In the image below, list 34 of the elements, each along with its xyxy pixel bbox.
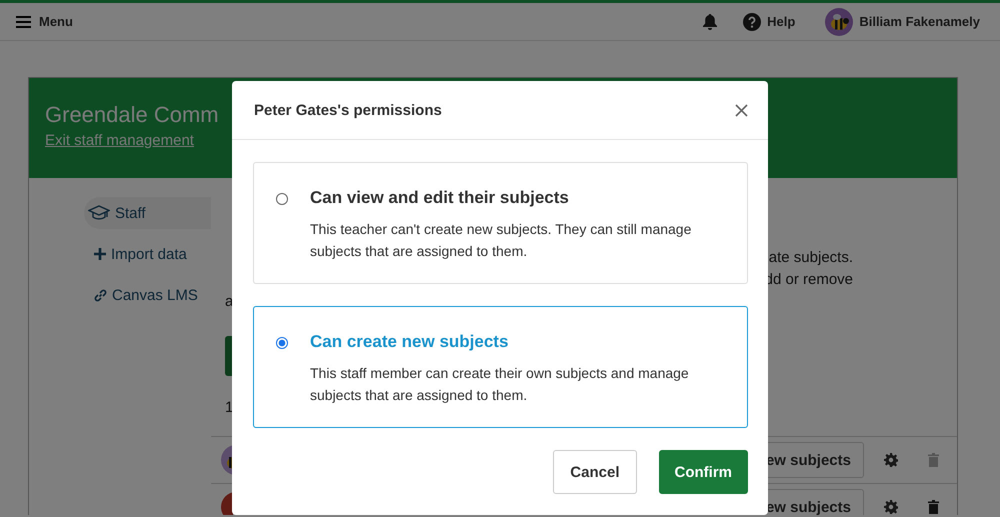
cancel-button[interactable]: Cancel (553, 450, 636, 494)
option-description: This staff member can create their own subjects and manage subjects that are assigned to them. (310, 364, 690, 405)
sidebar-item[interactable]: Canvas LMS (84, 279, 211, 311)
radio-button[interactable] (276, 193, 288, 205)
help-icon (743, 12, 762, 30)
sidebar-item[interactable]: Staff (84, 197, 211, 229)
option-description: This teacher can't create new subjects. They can still manage subjects that are assigned to them. (310, 220, 692, 261)
page-title: Greendale Comm (45, 101, 219, 129)
radio-button[interactable] (276, 337, 288, 349)
close-button[interactable] (735, 104, 748, 116)
cap-icon (88, 205, 110, 221)
permission-option[interactable]: Can create new subjects This staff member can create their own subjects and manage subjects that are assigned to them. (253, 306, 748, 428)
plus-icon (94, 248, 106, 260)
menu-icon (16, 16, 31, 28)
user-menu[interactable]: Billiam Fakenamely (825, 8, 980, 36)
option-title: Can create new subjects (310, 331, 510, 353)
confirm-button[interactable]: Confirm (658, 450, 748, 494)
gear-icon[interactable] (884, 453, 898, 467)
gear-icon[interactable] (884, 500, 898, 514)
paragraph-text: ate subjects. (768, 248, 853, 268)
trash-icon[interactable] (928, 500, 939, 514)
option-title: Can view and edit their subjects (310, 187, 570, 209)
bee-avatar (825, 8, 854, 36)
help-button[interactable]: Help (743, 12, 796, 30)
sidebar-item[interactable]: Import data (84, 238, 211, 270)
bell-icon[interactable] (703, 14, 718, 30)
exit-link[interactable]: Exit staff management (45, 132, 194, 149)
link-icon (94, 288, 107, 302)
menu-button[interactable]: Menu (16, 14, 73, 29)
dialog-title: Peter Gates's permissions (254, 102, 443, 118)
close-icon (735, 104, 748, 116)
permission-option[interactable]: Can view and edit their subjects This teacher can't create new subjects. They can still manage subjects that are assigned to them. (253, 162, 748, 284)
avatar (221, 492, 233, 515)
staff-count: 1 (225, 399, 234, 418)
